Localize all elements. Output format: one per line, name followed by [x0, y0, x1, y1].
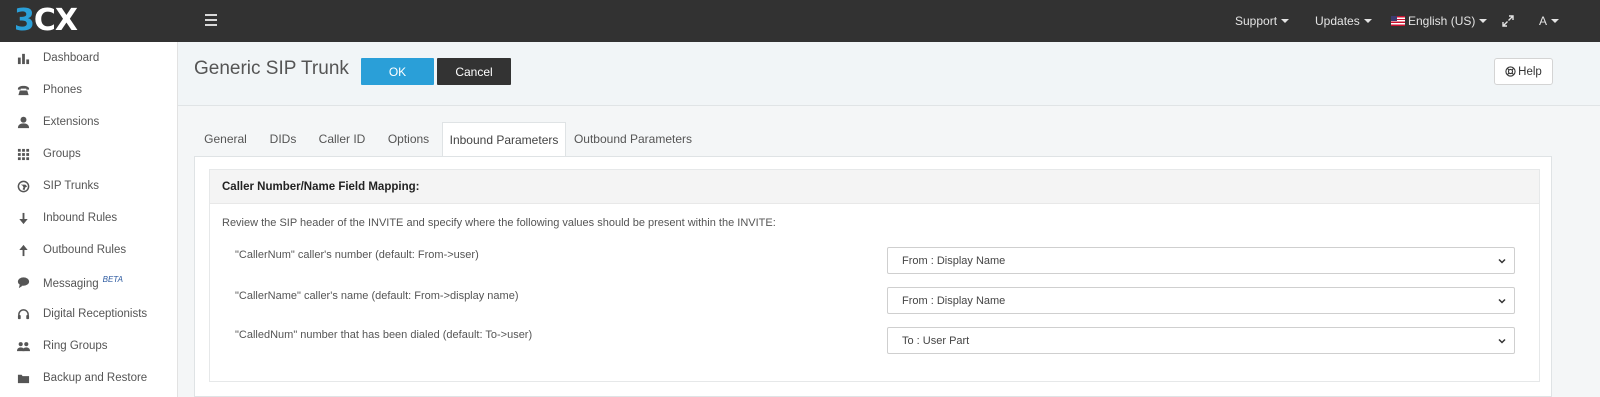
field-mapping-section: Caller Number/Name Field Mapping: Review… — [209, 169, 1540, 382]
caller-name-select[interactable]: From : Display Name — [887, 287, 1515, 314]
user-menu[interactable]: A — [1539, 0, 1560, 42]
sidebar-item-label: Backup and Restore — [43, 372, 148, 384]
sidebar-item-inbound-rules[interactable]: Inbound Rules — [0, 202, 177, 234]
help-button[interactable]: Help — [1494, 58, 1553, 85]
chevron-down-icon — [1498, 258, 1506, 264]
sidebar-item-label: Inbound Rules — [43, 212, 118, 224]
grid-icon — [16, 147, 30, 161]
sidebar-item-sip-trunks[interactable]: SIP Trunks — [0, 170, 177, 202]
tab-outbound-parameters[interactable]: Outbound Parameters — [566, 122, 700, 156]
tab-panel: Caller Number/Name Field Mapping: Review… — [194, 156, 1552, 397]
user-label: A — [1539, 14, 1548, 28]
section-title: Caller Number/Name Field Mapping: — [210, 170, 1539, 204]
language-menu[interactable]: English (US) — [1391, 0, 1488, 42]
called-num-select[interactable]: To : User Part — [887, 327, 1515, 354]
sidebar: Dashboard Phones Extensions Groups SIP T… — [0, 42, 178, 397]
logo[interactable]: 3CX — [14, 3, 78, 38]
caret-down-icon — [1363, 19, 1372, 23]
updates-label: Updates — [1315, 14, 1360, 28]
lifebuoy-icon — [1505, 66, 1516, 77]
headset-icon — [16, 307, 30, 321]
sidebar-item-label: Outbound Rules — [43, 244, 127, 256]
tab-general[interactable]: General — [194, 122, 257, 156]
sidebar-item-label: Digital Receptionists — [43, 308, 148, 320]
cancel-button[interactable]: Cancel — [437, 58, 511, 85]
us-flag-icon — [1391, 16, 1405, 26]
sidebar-item-phones[interactable]: Phones — [0, 74, 177, 106]
logo-text: 3CX — [14, 3, 78, 38]
sidebar-item-label: Groups — [43, 148, 81, 160]
chevron-down-icon — [1498, 338, 1506, 344]
user-icon — [16, 115, 30, 129]
section-description: Review the SIP header of the INVITE and … — [222, 217, 776, 229]
sidebar-item-extensions[interactable]: Extensions — [0, 106, 177, 138]
help-label: Help — [1518, 65, 1542, 78]
menu-toggle-icon[interactable] — [205, 14, 217, 26]
sidebar-item-label: Ring Groups — [43, 340, 108, 352]
sidebar-item-label: SIP Trunks — [43, 180, 100, 192]
arrow-up-icon — [16, 243, 30, 257]
tab-caller-id[interactable]: Caller ID — [309, 122, 375, 156]
globe-icon — [16, 179, 30, 193]
arrow-down-icon — [16, 211, 30, 225]
top-bar: 3CX Support Updates English (US) A — [0, 0, 1600, 42]
sidebar-item-backup-and-restore[interactable]: Backup and Restore — [0, 362, 177, 394]
language-label: English (US) — [1408, 14, 1476, 28]
select-value: From : Display Name — [902, 254, 1006, 267]
chevron-down-icon — [1498, 298, 1506, 304]
ok-button[interactable]: OK — [361, 58, 434, 85]
folder-icon — [16, 371, 30, 385]
tab-inbound-parameters[interactable]: Inbound Parameters — [442, 122, 566, 157]
sidebar-item-groups[interactable]: Groups — [0, 138, 177, 170]
support-label: Support — [1235, 14, 1278, 28]
page-header: Generic SIP Trunk OK Cancel Help — [178, 42, 1600, 106]
sidebar-item-outbound-rules[interactable]: Outbound Rules — [0, 234, 177, 266]
sidebar-item-messaging[interactable]: Messaging BETA — [0, 266, 177, 298]
sidebar-item-label: Extensions — [43, 116, 100, 128]
beta-badge: BETA — [102, 274, 123, 284]
bar-chart-icon — [16, 51, 30, 65]
chat-icon — [16, 275, 30, 289]
expand-icon — [1502, 15, 1514, 27]
caret-down-icon — [1479, 19, 1488, 23]
page-title: Generic SIP Trunk — [194, 58, 349, 79]
caller-num-label: "CallerNum" caller's number (default: Fr… — [235, 249, 479, 261]
phone-icon — [16, 83, 30, 97]
called-num-label: "CalledNum" number that has been dialed … — [235, 329, 533, 341]
sidebar-item-dashboard[interactable]: Dashboard — [0, 42, 177, 74]
caller-num-select[interactable]: From : Display Name — [887, 247, 1515, 274]
tab-dids[interactable]: DIDs — [257, 122, 309, 156]
select-value: From : Display Name — [902, 294, 1006, 307]
support-menu[interactable]: Support — [1235, 0, 1290, 42]
users-icon — [16, 339, 30, 353]
select-value: To : User Part — [902, 334, 970, 347]
sidebar-item-label: Messaging BETA — [43, 274, 123, 290]
sidebar-item-label: Dashboard — [43, 52, 100, 64]
updates-menu[interactable]: Updates — [1315, 0, 1372, 42]
sidebar-item-digital-receptionists[interactable]: Digital Receptionists — [0, 298, 177, 330]
caret-down-icon — [1551, 19, 1560, 23]
fullscreen-button[interactable] — [1502, 0, 1514, 42]
caret-down-icon — [1281, 19, 1290, 23]
sidebar-item-label: Phones — [43, 84, 83, 96]
caller-name-label: "CallerName" caller's name (default: Fro… — [235, 290, 519, 302]
tab-options[interactable]: Options — [375, 122, 442, 156]
sidebar-item-ring-groups[interactable]: Ring Groups — [0, 330, 177, 362]
